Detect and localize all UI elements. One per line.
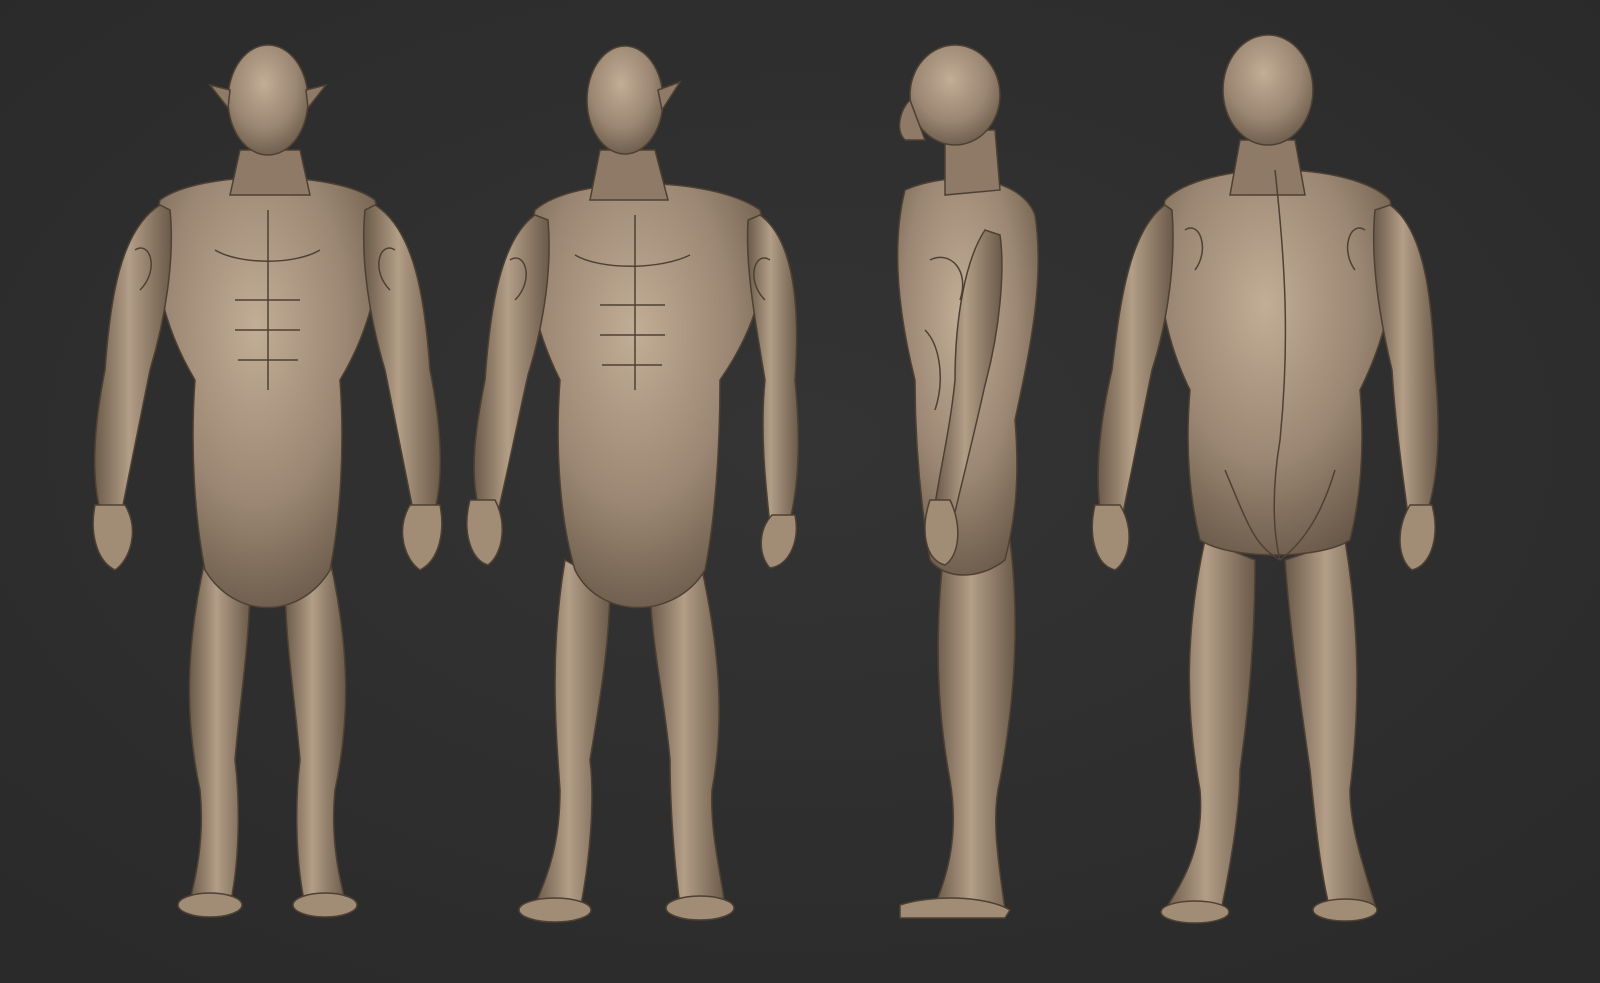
turnaround-illustration bbox=[0, 0, 1600, 983]
sculpt-turnaround-canvas bbox=[0, 0, 1600, 983]
